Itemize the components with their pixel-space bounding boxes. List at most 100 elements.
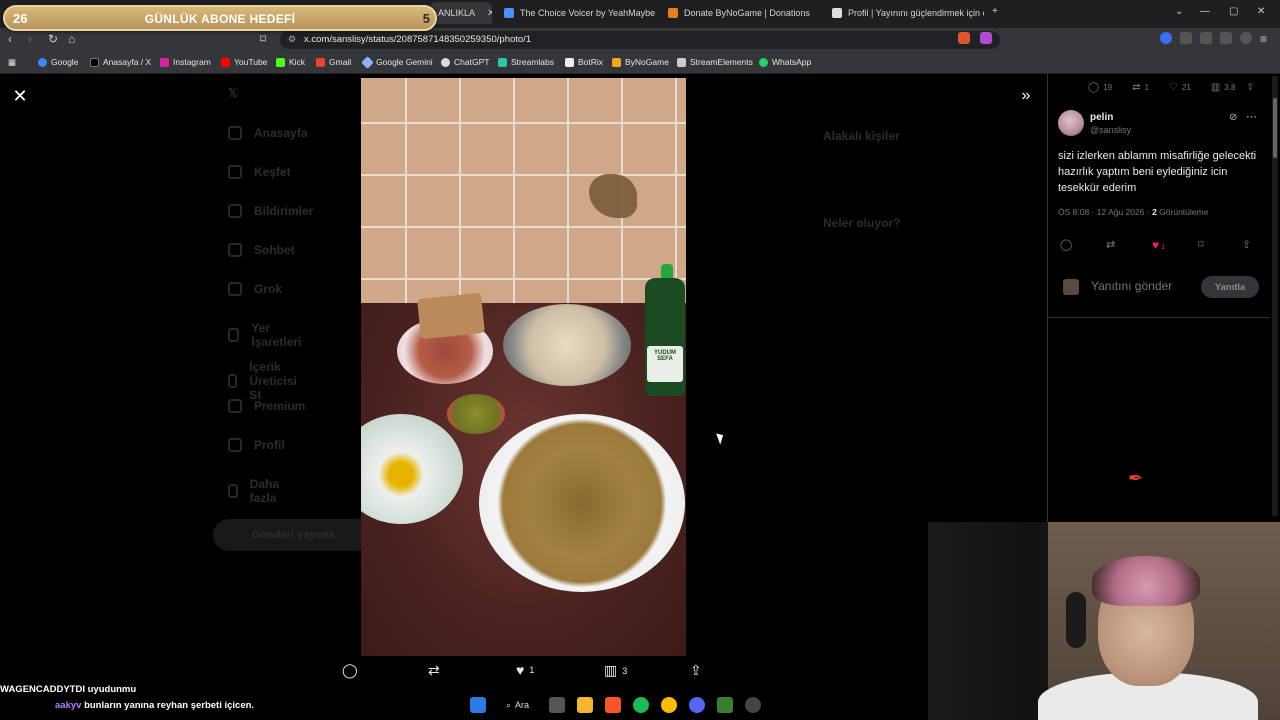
- tab-bynogame[interactable]: Donate ByNoGame | Donations: [660, 2, 820, 24]
- more-options-icon[interactable]: ⋯: [1246, 110, 1257, 123]
- like-button[interactable]: ♥ 1: [1152, 238, 1165, 252]
- bookmark-google[interactable]: Google: [38, 57, 78, 67]
- retweet-icon[interactable]: ⇄: [1106, 238, 1115, 251]
- close-viewer-icon[interactable]: ✕: [10, 86, 30, 106]
- share-icon[interactable]: ⇪: [1242, 238, 1251, 251]
- home-icon[interactable]: ⌂: [68, 32, 75, 46]
- brave-shield-icon[interactable]: [958, 32, 970, 44]
- views-icon: ▥: [1210, 82, 1221, 93]
- tweet-time[interactable]: ÖS 8:08 · 12 Ağu 2026 ·: [1058, 207, 1150, 217]
- author-handle[interactable]: @sanslisy: [1090, 125, 1131, 135]
- chatgpt-icon: [441, 57, 450, 67]
- grok-icon[interactable]: ⊘: [1229, 112, 1237, 123]
- likes-stat[interactable]: ♡ 21: [1169, 82, 1191, 93]
- close-tab-icon[interactable]: ✕: [487, 8, 492, 19]
- bookmark-instagram[interactable]: Instagram: [160, 57, 211, 67]
- tweet-action-bar: ◯ ⇄ ♥ 1 ⌑ ⇪: [1060, 238, 1260, 254]
- author-name[interactable]: pelin: [1090, 112, 1113, 123]
- bookmark-label: Google: [51, 57, 79, 67]
- post-photo[interactable]: YUDUM SEFA: [361, 78, 686, 656]
- site-info-icon[interactable]: ⚙: [288, 34, 296, 45]
- discord-icon[interactable]: [689, 697, 706, 713]
- tab-active[interactable]: ANLIKLA ✕: [430, 2, 492, 24]
- reply-button[interactable]: ◯: [342, 662, 358, 679]
- dimmed-nav-item: Bildirimler: [228, 204, 313, 218]
- tab-list-icon[interactable]: ⌄: [1175, 6, 1183, 17]
- bookmark-whatsapp[interactable]: WhatsApp: [759, 57, 811, 67]
- menu-icon[interactable]: ≡: [1260, 32, 1267, 46]
- url-input[interactable]: ⚙ x.com/sanslisy/status/2087587148350259…: [280, 31, 1000, 49]
- bookmark-chatgpt[interactable]: ChatGPT: [441, 57, 489, 67]
- scrollbar-thumb[interactable]: [1273, 98, 1277, 158]
- dimmed-nav-item: Anasayfa: [228, 126, 307, 140]
- tweet-views-count: 2: [1152, 207, 1157, 217]
- reply-input[interactable]: Yanıtını gönder: [1091, 279, 1172, 293]
- bookmark-gmail[interactable]: Gmail: [316, 57, 351, 67]
- forward-icon[interactable]: ›: [28, 32, 32, 46]
- retweet-icon: ⇄: [428, 662, 440, 678]
- streamlabs-app-icon[interactable]: [717, 697, 734, 713]
- url-text: x.com/sanslisy/status/208758714835025935…: [304, 34, 532, 45]
- avatar: [1063, 279, 1079, 295]
- windows-start-icon[interactable]: [470, 697, 486, 713]
- bookmark-icon[interactable]: ⌑: [1198, 238, 1204, 251]
- minimize-icon[interactable]: —: [1200, 6, 1210, 17]
- leo-ai-icon[interactable]: [1220, 32, 1232, 44]
- share-icon[interactable]: ⇪: [1246, 82, 1254, 93]
- x-logo-icon: 𝕏: [228, 86, 238, 100]
- bookmark-label: ByNoGame: [625, 57, 669, 67]
- spotify-icon[interactable]: [633, 697, 650, 713]
- vpn-icon[interactable]: [1240, 32, 1252, 44]
- bookmark-gemini[interactable]: Google Gemini: [361, 55, 433, 69]
- chrome-icon[interactable]: [661, 697, 678, 713]
- tab-choice-voicer[interactable]: The Choice Voicer by YeahMaybe: [496, 2, 656, 24]
- brave-rewards-icon[interactable]: [980, 32, 992, 44]
- bookmark-page-icon[interactable]: ⌑: [260, 32, 266, 46]
- avatar[interactable]: [1058, 110, 1084, 136]
- extensions-icon[interactable]: [1180, 32, 1192, 44]
- bookmark-x-home[interactable]: Anasayfa / X: [90, 57, 151, 67]
- bookmark-bynogame[interactable]: ByNoGame: [612, 57, 669, 67]
- brave-browser-icon[interactable]: [605, 697, 622, 713]
- retweet-button[interactable]: ⇄: [428, 662, 440, 679]
- sidebar-icon[interactable]: [1200, 32, 1212, 44]
- like-button[interactable]: ♥ 1: [516, 662, 534, 678]
- replies-stat[interactable]: ◯ 19: [1088, 82, 1112, 93]
- retweets-stat[interactable]: ⇄ 1: [1132, 82, 1149, 93]
- nav-label: Grok: [254, 282, 283, 296]
- bookmark-botrix[interactable]: BotRix: [565, 57, 603, 67]
- window-close-icon[interactable]: ✕: [1257, 6, 1265, 17]
- views-stat[interactable]: ▥ 3.8: [1211, 82, 1236, 93]
- photo-pastry-bowl: [503, 304, 631, 386]
- back-icon[interactable]: ‹: [8, 32, 12, 46]
- dimmed-relevant-people: Alakalı kişiler: [823, 129, 900, 143]
- maximize-icon[interactable]: ▢: [1229, 6, 1238, 17]
- share-button[interactable]: ⇪: [690, 662, 702, 679]
- obs-icon[interactable]: [745, 697, 762, 713]
- panel-scrollbar[interactable]: [1272, 76, 1278, 516]
- nav-label: Profil: [254, 438, 285, 452]
- bookmark-streamelements[interactable]: StreamElements: [677, 57, 753, 67]
- views-button[interactable]: ▥ 3: [604, 662, 627, 679]
- tab-label: The Choice Voicer by YeahMaybe: [520, 8, 656, 18]
- bookmark-streamlabs[interactable]: Streamlabs: [498, 57, 554, 67]
- expand-panel-icon[interactable]: »: [1016, 86, 1036, 106]
- streamelements-icon: [677, 57, 686, 67]
- bookmark-youtube[interactable]: YouTube: [221, 57, 267, 67]
- reply-submit-button[interactable]: Yanıtla: [1201, 276, 1259, 298]
- reload-icon[interactable]: ↻: [48, 32, 58, 46]
- photo-action-bar: ◯ ⇄ ♥ 1 ▥ 3 ⇪: [330, 660, 720, 684]
- file-explorer-icon[interactable]: [577, 697, 594, 713]
- new-tab-icon[interactable]: +: [992, 6, 998, 17]
- dimmed-post-button: Gönderi yayınla: [213, 519, 373, 551]
- goal-target: 5: [422, 11, 430, 26]
- chat-username: aakyv: [55, 700, 82, 711]
- bookmark-kick[interactable]: Kick: [276, 57, 305, 67]
- extension-icon[interactable]: [1160, 32, 1172, 44]
- apps-icon[interactable]: ▦: [8, 57, 16, 68]
- task-view-icon[interactable]: [549, 697, 566, 713]
- taskbar-search[interactable]: ⌕ Ara: [498, 700, 537, 711]
- profile-icon: [228, 438, 242, 452]
- tab-profil[interactable]: Profil | Yayınını güçlendirmek için en: [824, 2, 984, 24]
- reply-icon[interactable]: ◯: [1060, 238, 1072, 251]
